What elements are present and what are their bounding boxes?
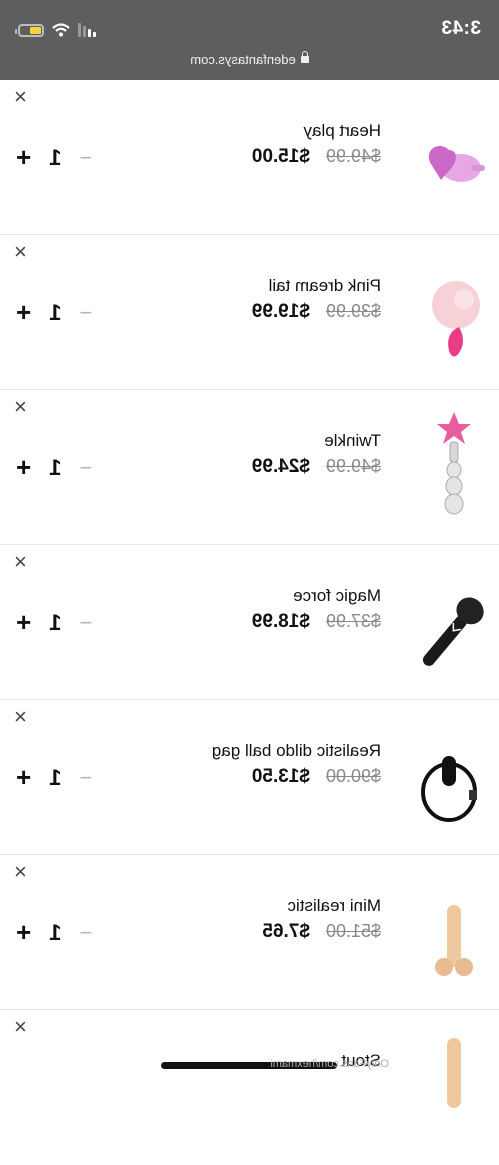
cart-item: Stout × — [0, 1010, 499, 1165]
quantity-stepper: − 1 + — [16, 142, 92, 173]
increase-quantity-button[interactable]: + — [16, 452, 31, 483]
remove-item-button[interactable]: × — [14, 1014, 27, 1039]
item-prices: $39.99 $19.99 — [252, 301, 381, 323]
sale-price: $24.99 — [251, 456, 310, 477]
original-price: $90.00 — [325, 766, 381, 786]
item-name[interactable]: Magic force — [293, 586, 381, 606]
remove-item-button[interactable]: × — [14, 84, 27, 109]
star-wand-product-image[interactable] — [419, 412, 489, 520]
quantity-value: 1 — [49, 454, 62, 480]
address-bar[interactable]: edenfantasys.com — [0, 52, 499, 67]
cart-item: Pink dream tail $39.99 $19.99 × − 1 + — [0, 235, 499, 390]
item-prices: $90.00 $13.50 — [252, 766, 381, 788]
sale-price: $19.99 — [251, 301, 310, 322]
quantity-value: 1 — [49, 609, 62, 635]
battery-icon — [15, 23, 44, 37]
status-bar: 3:43 edenfantasys.com — [0, 0, 499, 80]
increase-quantity-button[interactable]: + — [16, 917, 31, 948]
item-name[interactable]: Heart play — [304, 121, 381, 141]
quantity-stepper: − 1 + — [16, 297, 92, 328]
quantity-value: 1 — [49, 299, 62, 325]
quantity-value: 1 — [49, 144, 62, 170]
quantity-value: 1 — [49, 764, 62, 790]
increase-quantity-button[interactable]: + — [16, 297, 31, 328]
cart-item: Magic force $37.99 $18.99 × − 1 + — [0, 545, 499, 700]
remove-item-button[interactable]: × — [14, 394, 27, 419]
remove-item-button[interactable]: × — [14, 859, 27, 884]
increase-quantity-button[interactable]: + — [16, 142, 31, 173]
decrease-quantity-button[interactable]: − — [79, 300, 92, 326]
remove-item-button[interactable]: × — [14, 239, 27, 264]
increase-quantity-button[interactable]: + — [16, 762, 31, 793]
sale-price: $7.65 — [262, 921, 310, 942]
item-name[interactable]: Twinkle — [324, 431, 381, 451]
decrease-quantity-button[interactable]: − — [79, 455, 92, 481]
quantity-stepper: − 1 + — [16, 452, 92, 483]
signal-icon — [78, 23, 96, 37]
cart-item: Realistic dildo ball gag $90.00$13.50 × … — [0, 700, 499, 855]
lock-icon — [300, 56, 309, 63]
item-name[interactable]: Pink dream tail — [269, 276, 381, 296]
item-prices: $51.00 $7.65 — [262, 921, 381, 943]
ball-gag-product-image[interactable] — [419, 740, 489, 830]
decrease-quantity-button[interactable]: − — [79, 920, 92, 946]
item-prices: $37.99 $18.99 — [252, 611, 381, 633]
remove-item-button[interactable]: × — [14, 549, 27, 574]
cart-item: Mini realistic $51.00 $7.65 × − 1 + — [0, 855, 499, 1010]
watermark: OnlyFans.com/hexmami — [270, 1058, 389, 1070]
sale-price: $13.50 — [251, 766, 310, 787]
tail-plug-product-image[interactable] — [419, 275, 489, 365]
status-time: 3:43 — [440, 18, 481, 39]
item-prices: $49.99 $15.00 — [252, 146, 381, 168]
item-name[interactable]: Realistic dildo ball gag — [212, 741, 381, 761]
decrease-quantity-button[interactable]: − — [79, 765, 92, 791]
quantity-value: 1 — [49, 919, 62, 945]
quantity-stepper: − 1 + — [16, 607, 92, 638]
item-name[interactable]: Mini realistic — [287, 896, 381, 916]
status-icons — [15, 20, 96, 40]
wifi-icon — [52, 23, 70, 37]
mirrored-screen: 3:43 edenfantasys.com Heart play $49.99$… — [0, 0, 499, 1108]
item-prices: $49.99 $24.99 — [252, 456, 381, 478]
cart-item: Heart play $49.99 $15.00 × − 1 + — [0, 80, 499, 235]
original-price: $51.00 — [325, 921, 381, 941]
sale-price: $18.99 — [251, 611, 310, 632]
cart-item: Twinkle $49.99 $24.99 × − 1 + — [0, 390, 499, 545]
original-price: $49.99 — [325, 146, 381, 166]
original-price: $39.99 — [325, 301, 381, 321]
wand-massager-product-image[interactable] — [419, 585, 489, 675]
increase-quantity-button[interactable]: + — [16, 607, 31, 638]
remove-item-button[interactable]: × — [14, 704, 27, 729]
quantity-stepper: − 1 + — [16, 917, 92, 948]
decrease-quantity-button[interactable]: − — [79, 145, 92, 171]
heart-plug-product-image[interactable] — [419, 120, 489, 210]
realistic-toy-product-image[interactable] — [419, 895, 489, 985]
original-price: $37.99 — [325, 611, 381, 631]
url-text: edenfantasys.com — [190, 52, 296, 67]
decrease-quantity-button[interactable]: − — [79, 610, 92, 636]
quantity-stepper: − 1 + — [16, 762, 92, 793]
original-price: $49.99 — [325, 456, 381, 476]
realistic-toy-product-image[interactable] — [419, 1038, 489, 1128]
sale-price: $15.00 — [251, 146, 310, 167]
